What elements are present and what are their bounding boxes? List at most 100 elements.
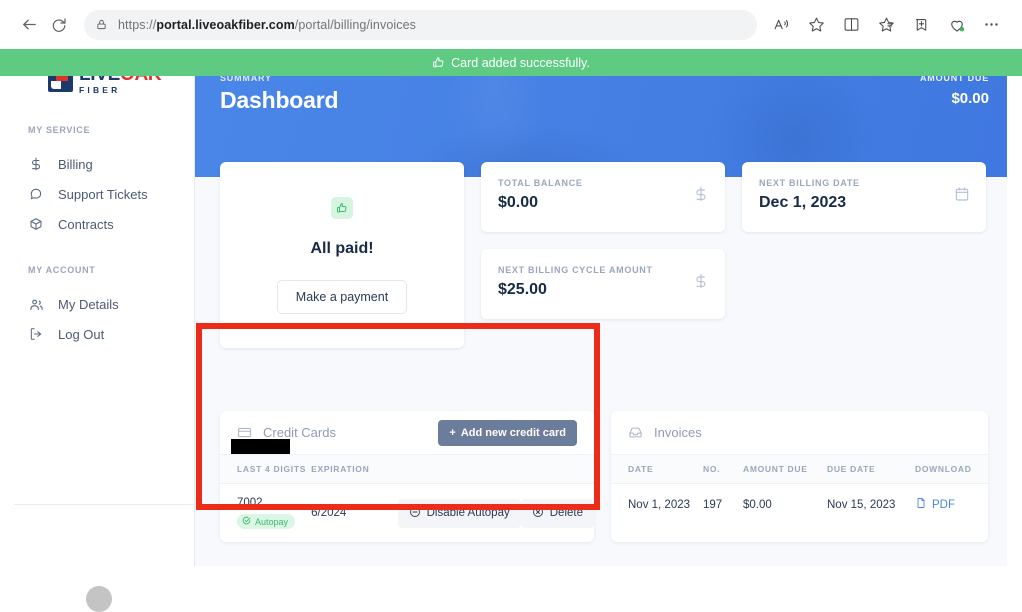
- credit-cards-title: Credit Cards: [263, 425, 336, 440]
- calendar-icon: [954, 186, 970, 202]
- more-options-icon[interactable]: [975, 10, 1008, 40]
- credit-card-icon: [237, 425, 252, 440]
- total-balance-card: TOTAL BALANCE $0.00: [481, 162, 725, 232]
- check-circle-icon: [242, 516, 251, 527]
- sidebar-group-my-service: MY SERVICE: [28, 125, 91, 135]
- table-header-row: LAST 4 DIGITS EXPIRATION: [220, 455, 594, 484]
- card-last4-value: 7002: [237, 497, 263, 509]
- stat-value: Dec 1, 2023: [759, 194, 847, 211]
- collections-icon[interactable]: [870, 10, 903, 40]
- cell-last4: 7002 Autopay: [220, 484, 311, 543]
- address-bar[interactable]: https://portal.liveoakfiber.com/portal/b…: [84, 9, 757, 40]
- summary-cards: All paid! Make a payment TOTAL BALANCE $…: [220, 162, 988, 348]
- stat-cards-right-column: NEXT BILLING DATE Dec 1, 2023: [742, 162, 986, 232]
- next-billing-cycle-amount-card: NEXT BILLING CYCLE AMOUNT $25.00: [481, 249, 725, 319]
- browser-actions: [765, 10, 1008, 40]
- users-icon: [28, 297, 44, 312]
- make-a-payment-button[interactable]: Make a payment: [276, 279, 408, 314]
- split-screen-icon[interactable]: [835, 10, 868, 40]
- column-delete-action: [520, 455, 594, 484]
- column-autopay-action: [397, 455, 521, 484]
- favorite-star-icon[interactable]: [800, 10, 833, 40]
- table-row: 7002 Autopay 6/2024 Disable Autopay Dele…: [220, 484, 594, 543]
- lock-icon: [96, 18, 107, 31]
- stat-label: NEXT BILLING DATE: [759, 178, 860, 188]
- delete-card-button[interactable]: Delete: [520, 498, 594, 528]
- cell-due-date: Nov 15, 2023: [827, 498, 896, 511]
- add-to-collections-icon[interactable]: [905, 10, 938, 40]
- logout-icon: [28, 327, 44, 341]
- browser-essentials-icon[interactable]: [940, 10, 973, 40]
- avatar[interactable]: [86, 586, 112, 612]
- invoices-table: DATE NO. AMOUNT DUE DUE DATE DOWNLOAD No…: [611, 455, 988, 525]
- box-icon: [28, 217, 44, 231]
- column-last4: LAST 4 DIGITS: [220, 455, 312, 484]
- page-title: Dashboard: [220, 87, 339, 113]
- add-new-credit-card-button[interactable]: + Add new credit card: [438, 419, 577, 446]
- autopay-badge-label: Autopay: [255, 516, 289, 527]
- sidebar-group-my-account: MY ACCOUNT: [28, 265, 96, 275]
- status-badge: Autopay: [237, 514, 296, 529]
- add-button-label: Add new credit card: [460, 426, 566, 439]
- plus-icon: +: [449, 426, 456, 439]
- cell-amount-due: $0.00: [743, 498, 772, 511]
- disable-autopay-button[interactable]: Disable Autopay: [397, 498, 521, 528]
- column-amount-due: AMOUNT DUE: [743, 455, 827, 484]
- sidebar-item-contracts[interactable]: Contracts: [0, 209, 194, 239]
- all-paid-card: All paid! Make a payment: [220, 162, 464, 348]
- sidebar-item-support-tickets[interactable]: Support Tickets: [0, 179, 194, 209]
- toast-message: Card added successfully.: [451, 55, 590, 70]
- stat-label: TOTAL BALANCE: [498, 178, 583, 188]
- disable-autopay-label: Disable Autopay: [426, 507, 510, 519]
- success-toast: Card added successfully.: [0, 49, 1022, 76]
- cell-disable-autopay: Disable Autopay: [397, 484, 521, 543]
- all-paid-title: All paid!: [310, 239, 374, 257]
- pdf-label: PDF: [932, 498, 955, 511]
- lower-panels: Credit Cards + Add new credit card LAST …: [220, 411, 988, 542]
- minus-circle-icon: [409, 506, 421, 521]
- cell-date: Nov 1, 2023: [628, 498, 691, 511]
- dollar-icon: [693, 273, 709, 289]
- stat-value: $0.00: [498, 194, 539, 211]
- invoices-title: Invoices: [654, 425, 702, 440]
- column-due-date: DUE DATE: [827, 455, 915, 484]
- main-content: SUMMARY Dashboard AMOUNT DUE $0.00 All p…: [195, 49, 1007, 566]
- file-icon: [915, 497, 927, 512]
- logo-fiber-text: FIBER: [79, 85, 121, 95]
- column-expiration: EXPIRATION: [311, 455, 398, 484]
- app-root: LIVEOAK FIBER MY SERVICE Billing: [0, 49, 1022, 612]
- sidebar-item-label: Support Tickets: [58, 186, 148, 202]
- back-arrow-icon[interactable]: [14, 10, 44, 40]
- download-pdf-link[interactable]: PDF: [915, 497, 955, 512]
- sidebar: LIVEOAK FIBER MY SERVICE Billing: [0, 49, 195, 612]
- stat-cards-left-column: TOTAL BALANCE $0.00 NEXT BILLING CYCLE A…: [481, 162, 725, 319]
- credit-cards-table: LAST 4 DIGITS EXPIRATION 7002 Autopay 6/…: [220, 455, 594, 542]
- sidebar-item-my-details[interactable]: My Details: [0, 289, 194, 319]
- redaction-bar: [231, 439, 290, 454]
- credit-cards-panel: Credit Cards + Add new credit card LAST …: [220, 411, 594, 542]
- sidebar-item-label: Log Out: [58, 326, 105, 342]
- stat-value: $25.00: [498, 281, 547, 298]
- sidebar-item-label: Contracts: [58, 216, 114, 232]
- next-billing-date-card: NEXT BILLING DATE Dec 1, 2023: [742, 162, 986, 232]
- inbox-icon: [628, 425, 643, 440]
- sidebar-item-log-out[interactable]: Log Out: [0, 319, 194, 349]
- reload-icon[interactable]: [44, 10, 74, 40]
- cell-expiration: 6/2024: [311, 507, 347, 519]
- sidebar-item-billing[interactable]: Billing: [0, 149, 194, 179]
- browser-toolbar: https://portal.liveoakfiber.com/portal/b…: [0, 0, 1022, 49]
- cell-no: 197: [703, 498, 723, 511]
- dollar-icon: [693, 186, 709, 202]
- url-text: https://portal.liveoakfiber.com/portal/b…: [118, 17, 417, 32]
- dollar-icon: [28, 157, 44, 171]
- delete-label: Delete: [549, 507, 583, 519]
- amount-due-value: $0.00: [951, 90, 989, 107]
- thumbs-up-icon: [432, 56, 445, 69]
- read-aloud-icon[interactable]: [765, 10, 798, 40]
- column-date: DATE: [611, 455, 703, 484]
- sidebar-item-label: My Details: [58, 296, 119, 312]
- column-no: NO.: [703, 455, 743, 484]
- chat-bubble-icon: [28, 187, 44, 201]
- cell-download: PDF: [915, 484, 988, 526]
- invoices-panel: Invoices DATE NO. AMOUNT DUE DUE DATE DO…: [611, 411, 988, 542]
